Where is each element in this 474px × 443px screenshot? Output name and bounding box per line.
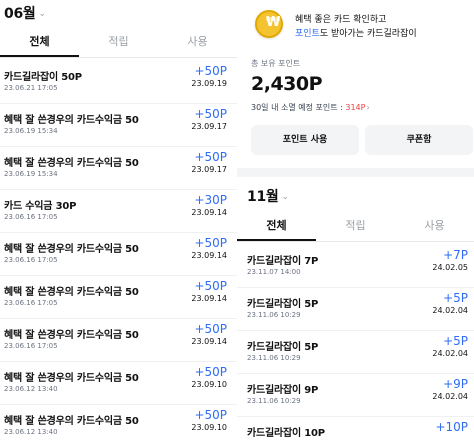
item-date: 23.06.16 17:05 — [4, 213, 58, 221]
item-expiry: 23.09.10 — [191, 423, 227, 432]
item-title: 카드길라잡이 10P — [247, 428, 325, 439]
total-points-label: 총 보유 포인트 — [251, 59, 301, 68]
item-title: 혜택 잘 쓴경우의 카드수익금 50 — [4, 330, 139, 341]
item-expiry: 24.02.05 — [432, 263, 468, 272]
list-item[interactable]: 혜택 잘 쓴경우의 카드수익금 50 23.06.16 17:05 +50P 2… — [0, 319, 237, 362]
expiring-points[interactable]: 30일 내 소멸 예정 포인트 : 314P› — [251, 102, 370, 113]
list-item[interactable]: 혜택 잘 쓴경우의 카드수익금 50 23.06.19 15:34 +50P 2… — [0, 104, 237, 147]
month-label: 11월 — [247, 189, 279, 205]
total-points-value: 2,430P — [251, 73, 323, 95]
item-expiry: 24.02.04 — [432, 392, 468, 401]
month-selector[interactable]: 06월 ⌄ — [4, 3, 46, 23]
item-title: 혜택 잘 쓴경우의 카드수익금 50 — [4, 244, 139, 255]
banner-line1: 혜택 좋은 카드 확인하고 — [295, 15, 387, 25]
item-points: +5P — [443, 291, 468, 305]
item-expiry: 23.09.19 — [191, 79, 227, 88]
tab-used[interactable]: 사용 — [395, 212, 474, 241]
item-title: 카드 수익금 30P — [4, 201, 77, 212]
list-item[interactable]: 혜택 잘 쓴경우의 카드수익금 50 23.06.19 15:34 +50P 2… — [0, 147, 237, 190]
item-points: +50P — [194, 236, 227, 250]
list-item[interactable]: 카드길라잡이 10P +10P — [237, 417, 474, 443]
item-title: 혜택 잘 쓴경우의 카드수익금 50 — [4, 287, 139, 298]
item-expiry: 24.02.04 — [432, 349, 468, 358]
item-title: 카드길라잡이 7P — [247, 256, 319, 267]
promo-banner[interactable]: ₩ 혜택 좋은 카드 확인하고 포인트도 받아가는 카드길라잡이 — [251, 4, 474, 46]
coupon-box-button[interactable]: 쿠폰함 — [365, 125, 473, 155]
item-title: 카드길라잡이 5P — [247, 299, 319, 310]
list-item[interactable]: 카드길라잡이 50P 23.06.21 17:05 +50P 23.09.19 — [0, 61, 237, 104]
item-date: 23.11.07 14:00 — [247, 268, 301, 276]
expiring-value: 314P — [345, 103, 366, 112]
chevron-down-icon: ⌄ — [281, 192, 289, 202]
item-points: +50P — [194, 322, 227, 336]
tab-used[interactable]: 사용 — [158, 28, 237, 57]
item-points: +30P — [194, 193, 227, 207]
left-panel: 06월 ⌄ 전체 적립 사용 카드길라잡이 50P 23.06.21 17:05 … — [0, 0, 237, 443]
list-item[interactable]: 혜택 잘 쓴경우의 카드수익금 50 23.06.12 13:40 +50P 2… — [0, 405, 237, 443]
item-date: 23.06.16 17:05 — [4, 256, 58, 264]
history-tabs: 전체 적립 사용 — [0, 28, 237, 58]
expiring-label: 30일 내 소멸 예정 포인트 : — [251, 103, 346, 112]
history-tabs: 전체 적립 사용 — [237, 212, 474, 242]
item-title: 혜택 잘 쓴경우의 카드수익금 50 — [4, 158, 139, 169]
item-points: +7P — [443, 248, 468, 262]
month-selector[interactable]: 11월 ⌄ — [247, 186, 289, 206]
banner-highlight: 포인트 — [295, 29, 320, 39]
item-points: +50P — [194, 279, 227, 293]
item-expiry: 23.09.10 — [191, 380, 227, 389]
item-title: 카드길라잡이 9P — [247, 385, 319, 396]
list-item[interactable]: 카드 수익금 30P 23.06.16 17:05 +30P 23.09.14 — [0, 190, 237, 233]
tab-earned[interactable]: 적립 — [79, 28, 158, 57]
item-points: +50P — [194, 64, 227, 78]
list-item[interactable]: 혜택 잘 쓴경우의 카드수익금 50 23.06.12 13:40 +50P 2… — [0, 362, 237, 405]
item-expiry: 23.09.14 — [191, 294, 227, 303]
item-date: 23.06.12 13:40 — [4, 428, 58, 436]
item-expiry: 23.09.17 — [191, 122, 227, 131]
month-label: 06월 — [4, 6, 36, 22]
item-title: 혜택 잘 쓴경우의 카드수익금 50 — [4, 115, 139, 126]
use-points-button[interactable]: 포인트 사용 — [251, 125, 359, 155]
item-date: 23.11.06 10:29 — [247, 354, 301, 362]
item-date: 23.11.06 10:29 — [247, 311, 301, 319]
item-date: 23.06.12 13:40 — [4, 385, 58, 393]
item-date: 23.06.16 17:05 — [4, 342, 58, 350]
item-points: +50P — [194, 365, 227, 379]
item-title: 혜택 잘 쓴경우의 카드수익금 50 — [4, 373, 139, 384]
list-item[interactable]: 카드길라잡이 9P 23.11.06 10:29 +9P 24.02.04 — [237, 374, 474, 417]
banner-line2: 포인트도 받아가는 카드길라잡이 — [295, 26, 417, 39]
item-points: +50P — [194, 107, 227, 121]
chevron-down-icon: ⌄ — [38, 9, 46, 19]
tab-all[interactable]: 전체 — [0, 28, 79, 57]
list-item[interactable]: 혜택 잘 쓴경우의 카드수익금 50 23.06.16 17:05 +50P 2… — [0, 276, 237, 319]
item-title: 카드길라잡이 50P — [4, 72, 82, 83]
item-expiry: 23.09.14 — [191, 208, 227, 217]
list-item[interactable]: 카드길라잡이 5P 23.11.06 10:29 +5P 24.02.04 — [237, 331, 474, 374]
item-points: +10P — [435, 420, 468, 434]
right-panel: ₩ 혜택 좋은 카드 확인하고 포인트도 받아가는 카드길라잡이 총 보유 포인… — [237, 0, 474, 443]
tab-earned[interactable]: 적립 — [316, 212, 395, 241]
item-points: +50P — [194, 408, 227, 422]
banner-line2-rest: 도 받아가는 카드길라잡이 — [319, 29, 417, 39]
list-item[interactable]: 카드길라잡이 7P 23.11.07 14:00 +7P 24.02.05 — [237, 245, 474, 288]
chevron-right-icon: › — [366, 103, 370, 112]
list-item[interactable]: 카드길라잡이 5P 23.11.06 10:29 +5P 24.02.04 — [237, 288, 474, 331]
item-expiry: 23.09.17 — [191, 165, 227, 174]
list-item[interactable]: 혜택 잘 쓴경우의 카드수익금 50 23.06.16 17:05 +50P 2… — [0, 233, 237, 276]
item-date: 23.06.19 15:34 — [4, 127, 58, 135]
tab-all[interactable]: 전체 — [237, 212, 316, 241]
item-date: 23.06.19 15:34 — [4, 170, 58, 178]
item-date: 23.06.16 17:05 — [4, 299, 58, 307]
item-expiry: 23.09.14 — [191, 251, 227, 260]
item-points: +50P — [194, 150, 227, 164]
item-date: 23.11.06 10:29 — [247, 397, 301, 405]
coin-icon: ₩ — [255, 10, 283, 38]
item-title: 카드길라잡이 5P — [247, 342, 319, 353]
item-points: +9P — [443, 377, 468, 391]
item-title: 혜택 잘 쓴경우의 카드수익금 50 — [4, 416, 139, 427]
item-expiry: 23.09.14 — [191, 337, 227, 346]
section-divider — [237, 168, 474, 177]
item-date: 23.06.21 17:05 — [4, 84, 58, 92]
item-expiry: 24.02.04 — [432, 306, 468, 315]
item-points: +5P — [443, 334, 468, 348]
